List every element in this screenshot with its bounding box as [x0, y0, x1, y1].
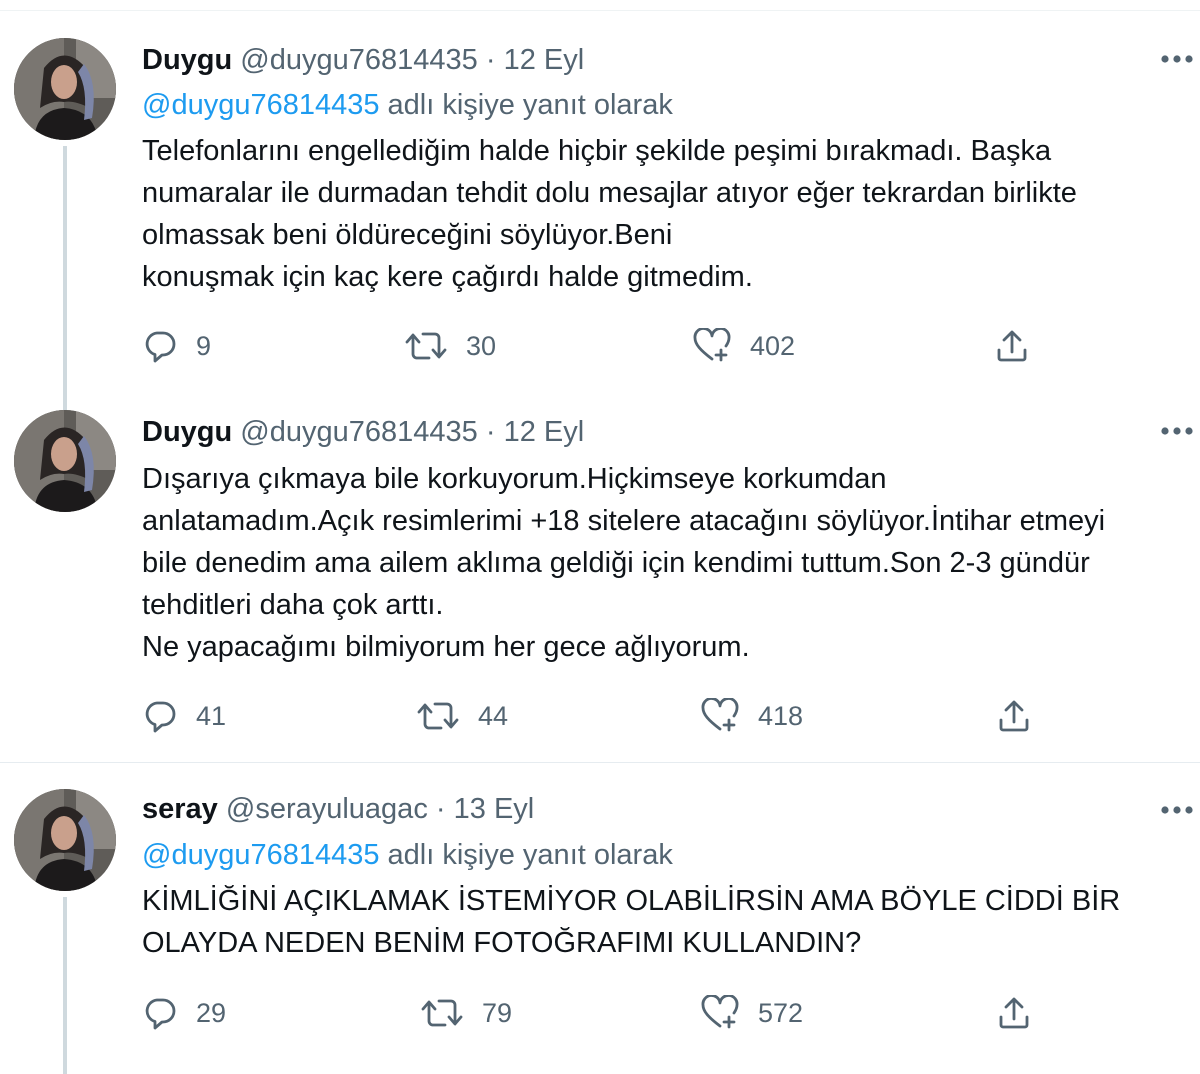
reply-bubble-icon [145, 998, 176, 1030]
heart-icon [693, 328, 731, 362]
tweet-header: seray @serayuluagac · 13 Eyl [142, 789, 534, 829]
heart-icon [701, 995, 739, 1029]
tweet-actions: 41 44 418 [142, 696, 1142, 736]
retweet-button[interactable]: 30 [404, 326, 496, 366]
author-handle[interactable]: @duygu76814435 [240, 416, 477, 448]
author-handle[interactable]: @serayuluagac [226, 793, 428, 825]
tweet-2[interactable]: Duygu @duygu76814435 · 12 Eyl Dışarıya ç… [0, 410, 1200, 762]
reply-mention-link[interactable]: @duygu76814435 [142, 839, 379, 871]
like-count: 402 [750, 331, 796, 361]
like-button[interactable]: 402 [692, 326, 795, 366]
avatar[interactable] [14, 410, 116, 512]
replying-to: @duygu76814435 adlı kişiye yanıt olarak [142, 85, 673, 125]
retweet-count: 79 [482, 998, 513, 1028]
heart-icon [701, 698, 739, 732]
reply-button[interactable]: 29 [142, 993, 226, 1033]
retweet-icon [405, 332, 447, 360]
tweet-text: Telefonlarını engellediğim halde hiçbir … [142, 135, 1077, 293]
like-count: 572 [758, 998, 804, 1028]
retweet-button[interactable]: 44 [416, 696, 508, 736]
separator-dot: · [485, 416, 496, 448]
author-name[interactable]: seray [142, 793, 218, 825]
author-handle[interactable]: @duygu76814435 [240, 44, 477, 76]
separator-dot: · [485, 44, 496, 76]
like-button[interactable]: 418 [700, 696, 803, 736]
tweet-text: KİMLİĞİNİ AÇIKLAMAK İSTEMİYOR OLABİLİRSİ… [142, 885, 1121, 959]
more-button[interactable] [1160, 52, 1194, 64]
tweet-header: Duygu @duygu76814435 · 12 Eyl [142, 40, 584, 80]
retweet-count: 30 [466, 331, 497, 361]
reply-count: 9 [196, 331, 212, 361]
replying-suffix: adlı kişiye yanıt olarak [387, 89, 673, 121]
retweet-button[interactable]: 79 [420, 993, 512, 1033]
profile-photo-icon [14, 38, 116, 140]
avatar[interactable] [14, 38, 116, 140]
author-name[interactable]: Duygu [142, 44, 232, 76]
share-upload-icon [997, 330, 1027, 362]
more-dots-icon [1161, 806, 1193, 814]
more-button[interactable] [1160, 424, 1194, 436]
retweet-count: 44 [478, 701, 509, 731]
separator-dot: · [435, 793, 446, 825]
more-dots-icon [1161, 427, 1193, 435]
reply-mention-link[interactable]: @duygu76814435 [142, 89, 379, 121]
tweet-date[interactable]: 12 Eyl [504, 44, 585, 76]
author-name[interactable]: Duygu [142, 416, 232, 448]
share-upload-icon [999, 997, 1029, 1029]
tweet-text: Dışarıya çıkmaya bile korkuyorum.Hiçkims… [142, 463, 1106, 663]
replying-suffix: adlı kişiye yanıt olarak [387, 839, 673, 871]
tweet-date[interactable]: 13 Eyl [454, 793, 535, 825]
tweet-1[interactable]: Duygu @duygu76814435 · 12 Eyl @duygu7681… [0, 38, 1200, 410]
share-upload-icon [999, 700, 1029, 732]
share-button[interactable] [996, 696, 1050, 736]
avatar[interactable] [14, 789, 116, 891]
replying-to: @duygu76814435 adlı kişiye yanıt olarak [142, 835, 673, 875]
share-button[interactable] [996, 993, 1050, 1033]
profile-photo-icon [14, 789, 116, 891]
like-button[interactable]: 572 [700, 993, 803, 1033]
tweet-actions: 9 30 402 [142, 326, 1142, 366]
more-button[interactable] [1160, 803, 1194, 815]
reply-count: 29 [196, 998, 227, 1028]
reply-count: 41 [196, 701, 227, 731]
retweet-icon [417, 702, 459, 730]
reply-bubble-icon [145, 701, 176, 733]
top-divider [0, 10, 1200, 11]
thread-line [63, 146, 67, 410]
tweet-3[interactable]: seray @serayuluagac · 13 Eyl @duygu76814… [0, 763, 1200, 1074]
tweet-actions: 29 79 572 [142, 993, 1142, 1033]
thread-line [63, 897, 67, 1074]
more-dots-icon [1161, 55, 1193, 63]
tweet-date[interactable]: 12 Eyl [504, 416, 585, 448]
share-button[interactable] [994, 326, 1048, 366]
reply-button[interactable]: 9 [142, 326, 211, 366]
retweet-icon [421, 999, 463, 1027]
like-count: 418 [758, 701, 804, 731]
reply-bubble-icon [145, 331, 176, 363]
profile-photo-icon [14, 410, 116, 512]
tweet-header: Duygu @duygu76814435 · 12 Eyl [142, 412, 584, 452]
reply-button[interactable]: 41 [142, 696, 226, 736]
